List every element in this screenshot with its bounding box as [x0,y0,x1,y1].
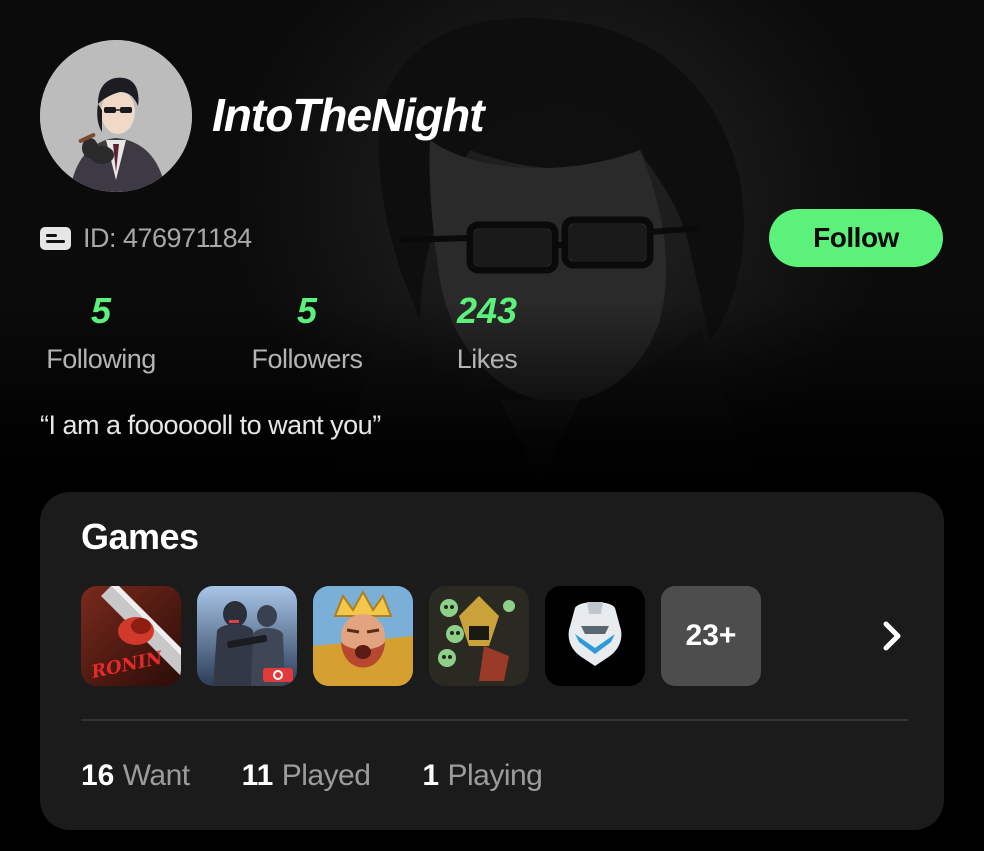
more-games-tile[interactable]: 23+ [661,586,761,686]
id-card-icon [40,226,71,250]
profile-id-row: ID: 476971184 [40,222,252,254]
stat-following[interactable]: 5 Following [40,290,162,375]
want-count-label: Want [122,759,190,792]
follow-button[interactable]: Follow [769,209,943,267]
followers-label: Followers [251,344,363,374]
games-divider [81,719,908,721]
profile-bio: “I am a fooooooll to want you” [40,410,381,440]
ronin-game-icon[interactable]: RONIN [81,586,181,686]
stat-followers[interactable]: 5 Followers [245,290,369,375]
likes-count: 243 [456,290,518,331]
games-card[interactable]: Games RONIN 23+ 16 Want 11 Played 1 Play… [40,492,944,830]
samurai-skull-game-icon[interactable] [429,586,529,686]
played-count-label: Played [281,759,371,792]
played-count[interactable]: 11 Played [242,759,371,793]
profile-username: IntoTheNight [212,89,485,141]
likes-label: Likes [456,344,518,374]
following-label: Following [46,344,156,374]
game-counts: 16 Want 11 Played 1 Playing [81,759,543,793]
following-count: 5 [90,290,112,331]
playing-count-label: Playing [447,759,543,792]
stat-likes[interactable]: 243 Likes [447,290,527,375]
playing-count-value: 1 [422,759,440,792]
followers-count: 5 [296,290,318,331]
profile-avatar[interactable] [40,40,192,192]
games-title: Games [81,516,199,557]
want-count[interactable]: 16 Want [81,759,190,793]
halo-helmet-game-icon[interactable] [545,586,645,686]
profile-id-label: ID: 476971184 [83,222,252,253]
played-count-value: 11 [241,759,274,792]
king-game-icon[interactable] [313,586,413,686]
playing-count[interactable]: 1 Playing [422,759,542,793]
chevron-right-icon[interactable] [878,618,906,654]
want-count-value: 16 [81,759,115,792]
shooter-game-icon[interactable] [197,586,297,686]
